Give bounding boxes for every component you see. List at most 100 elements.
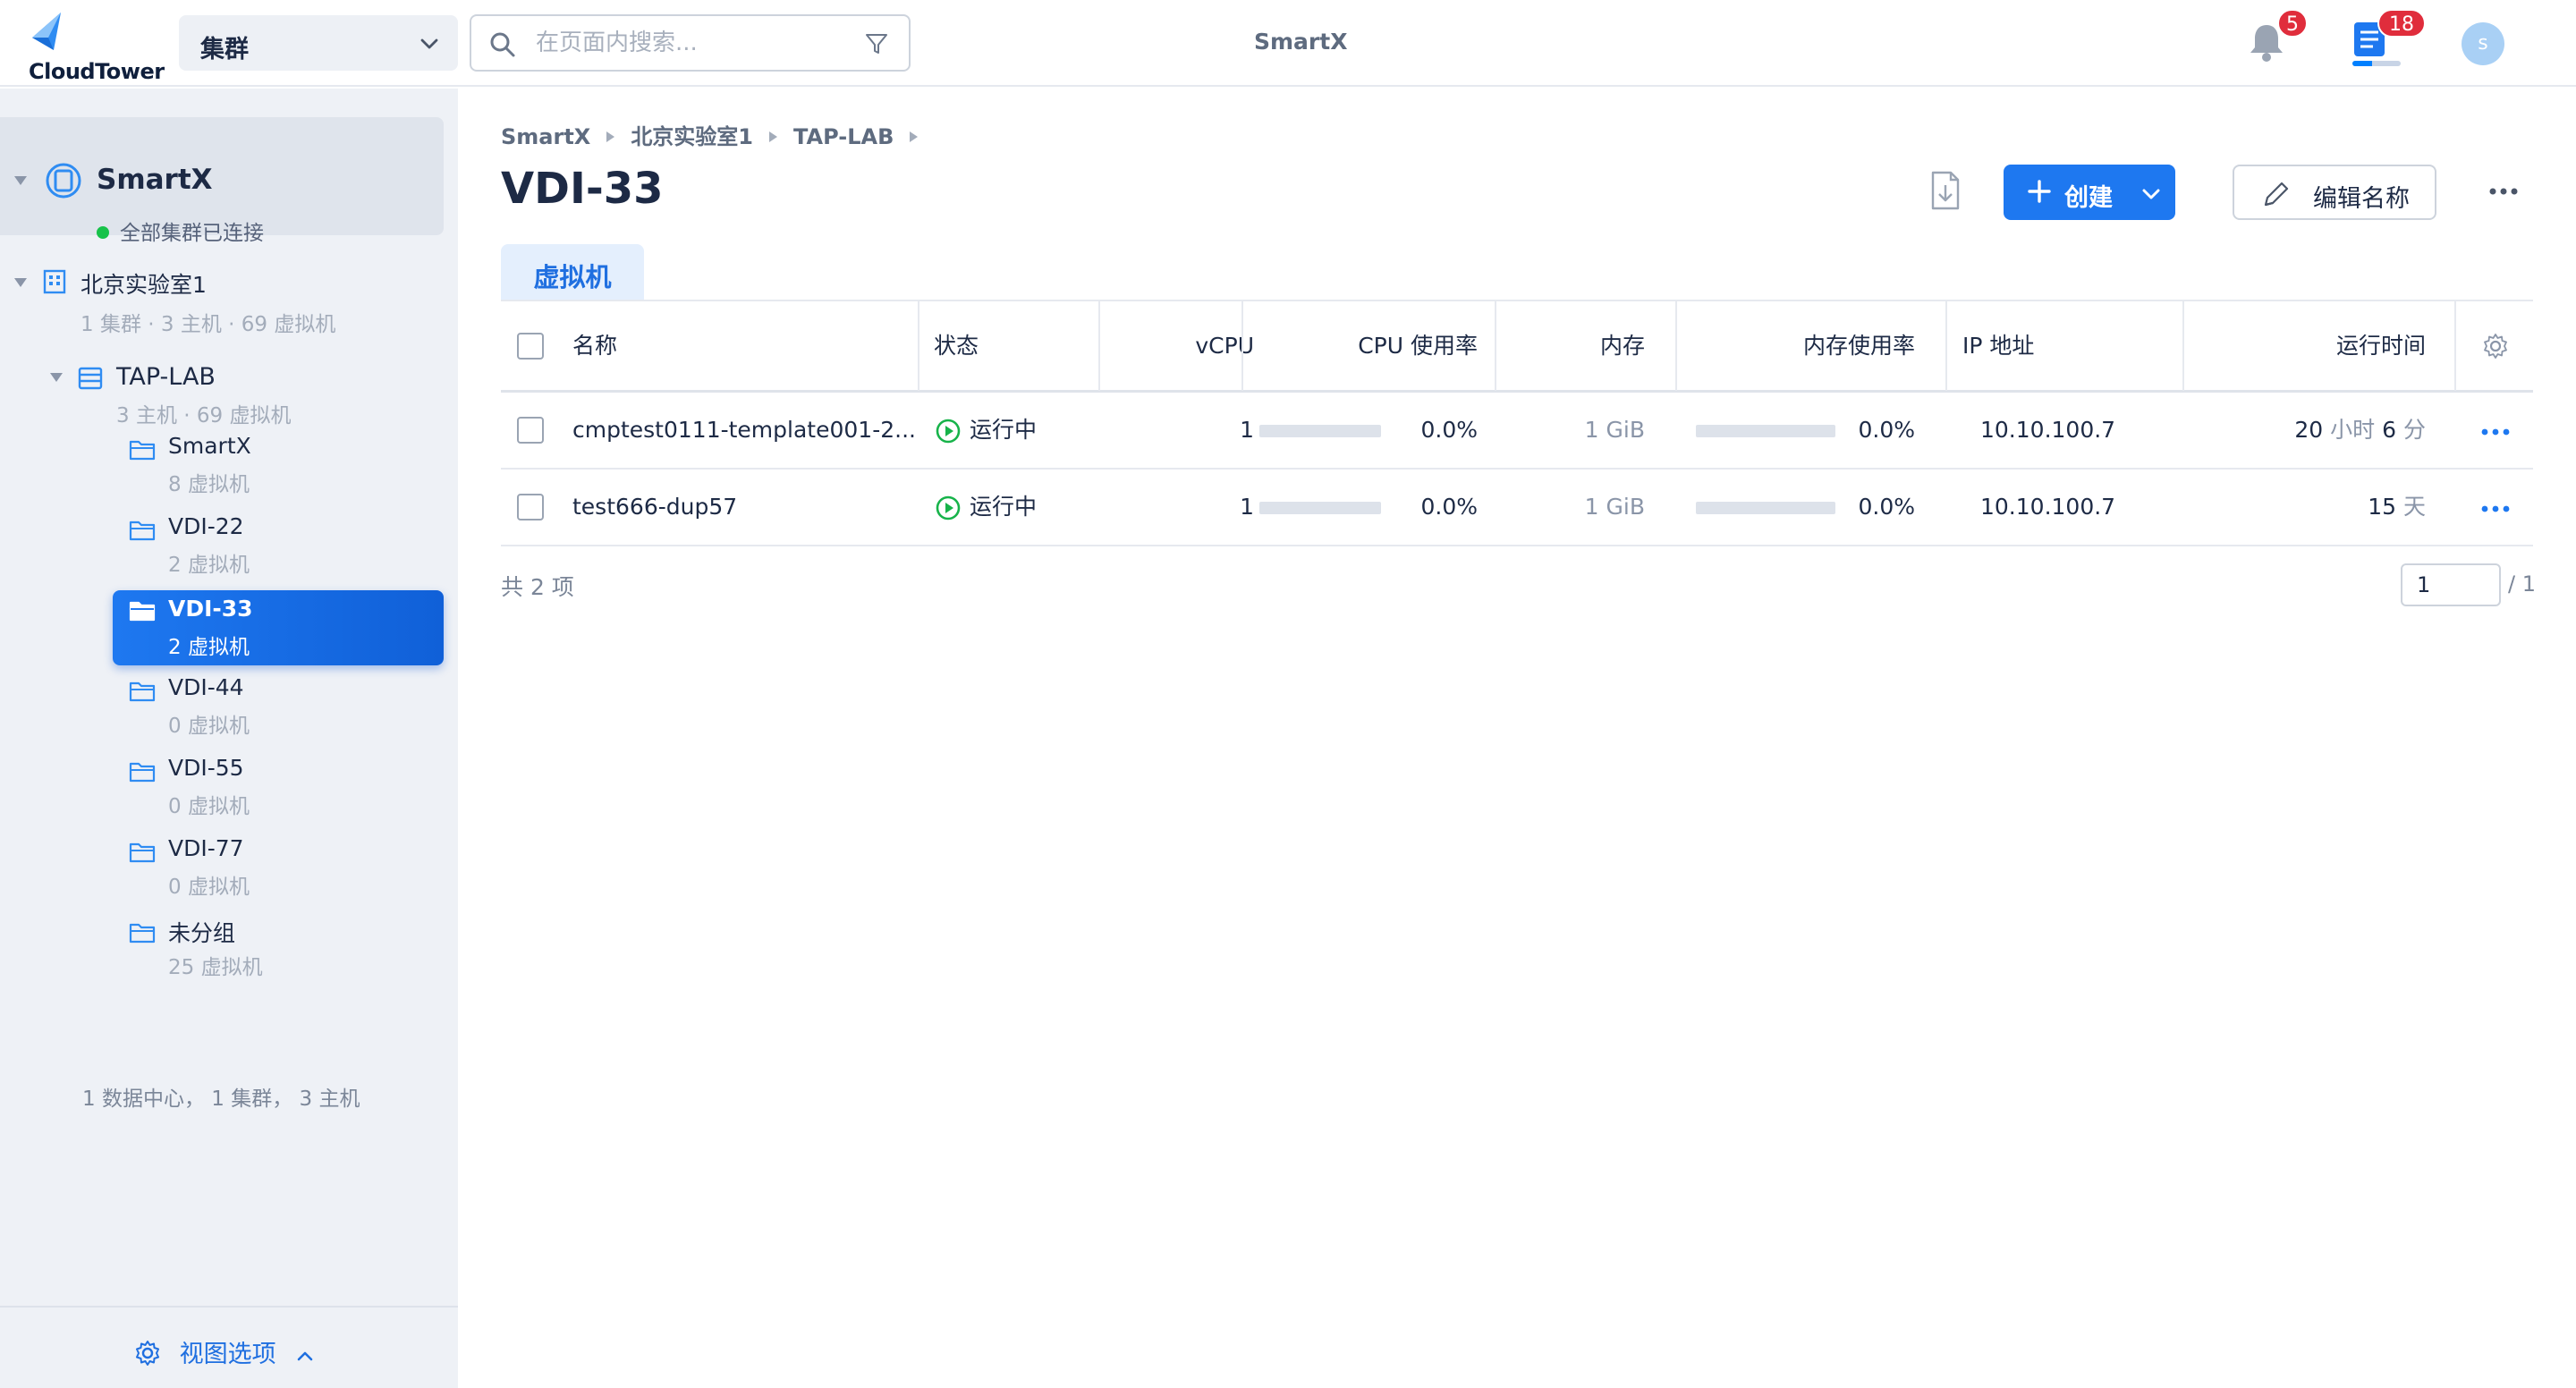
sidebar-item-folder[interactable]: VDI-77 0 虚拟机 — [113, 832, 444, 907]
breadcrumb-separator-icon — [606, 131, 615, 142]
search-input[interactable] — [536, 27, 840, 59]
breadcrumb-item-datacenter[interactable]: 北京实验室1 — [631, 124, 753, 149]
folder-icon — [129, 842, 156, 863]
folder-icon — [129, 520, 156, 541]
sidebar-item-folder[interactable]: VDI-22 2 虚拟机 — [113, 510, 444, 585]
chevron-down-icon — [420, 38, 438, 49]
top-context-title: SmartX — [1254, 29, 1348, 55]
sidebar-item-folder[interactable]: VDI-55 0 虚拟机 — [113, 751, 444, 826]
org-card[interactable]: SmartX 全部集群已连接 — [0, 117, 444, 245]
row-checkbox[interactable] — [517, 417, 544, 444]
cloudtower-logo[interactable]: CloudTower — [27, 11, 165, 84]
tasks-progress — [2352, 61, 2401, 66]
cpu-usage-bar — [1259, 425, 1381, 437]
tab-label: 虚拟机 — [533, 262, 612, 292]
column-header-mem-usage[interactable]: 内存使用率 — [1675, 301, 1915, 391]
vm-ip: 10.10.100.7 — [1980, 417, 2116, 443]
filter-icon[interactable] — [864, 31, 889, 56]
folder-name: VDI-33 — [168, 596, 253, 622]
tasks-badge: 18 — [2377, 9, 2426, 38]
row-checkbox[interactable] — [517, 494, 544, 520]
running-icon — [936, 495, 961, 520]
edit-name-label: 编辑名称 — [2313, 185, 2410, 213]
total-count: 共 2 项 — [501, 574, 574, 600]
column-header-ip[interactable]: IP 地址 — [1962, 301, 2034, 391]
column-header-uptime[interactable]: 运行时间 — [2182, 301, 2426, 391]
row-more-actions-icon[interactable] — [2481, 428, 2510, 436]
folder-vm-count: 8 虚拟机 — [168, 473, 250, 496]
table-row[interactable]: test666-dup57 运行中 1 0.0% 1 GiB 0.0% 10.10.100.… — [501, 470, 2533, 546]
sidebar-item-datacenter[interactable]: 北京实验室1 1 集群 · 3 主机 · 69 虚拟机 — [80, 267, 335, 337]
vm-ip: 10.10.100.7 — [1980, 494, 2116, 520]
datacenter-stats: 1 集群 · 3 主机 · 69 虚拟机 — [80, 313, 336, 336]
folder-icon — [129, 440, 156, 461]
sidebar-summary: 1 数据中心， 1 集群， 3 主机 — [82, 1088, 360, 1111]
tab-virtual-machines[interactable]: 虚拟机 — [501, 244, 644, 300]
edit-name-button[interactable]: 编辑名称 — [2233, 165, 2436, 220]
plus-icon — [2028, 180, 2051, 203]
vm-memory-value: 1 — [1584, 494, 1599, 520]
page-number-input[interactable] — [2401, 563, 2501, 606]
uptime-unit-minor: 分 — [2402, 417, 2426, 443]
column-divider — [2454, 301, 2456, 391]
export-button[interactable] — [1928, 171, 1967, 212]
sidebar-item-folder[interactable]: VDI-44 0 虚拟机 — [113, 671, 444, 746]
column-header-vcpu[interactable]: vCPU — [1098, 301, 1254, 391]
org-status-text: 全部集群已连接 — [120, 222, 264, 245]
breadcrumb-item-org[interactable]: SmartX — [501, 124, 590, 149]
more-actions-icon[interactable] — [2488, 187, 2519, 196]
sidebar-footer: 视图选项 — [0, 1306, 458, 1388]
cluster-caret-icon[interactable] — [50, 373, 63, 382]
table-row[interactable]: cmptest0111-template001-2... 运行中 1 0.0% 1 Gi… — [501, 393, 2533, 470]
folder-name: VDI-77 — [168, 835, 244, 861]
sidebar-item-folder[interactable]: SmartX 8 虚拟机 — [113, 429, 444, 504]
breadcrumb: SmartX 北京实验室1 TAP-LAB — [501, 119, 934, 150]
folder-vm-count: 25 虚拟机 — [168, 956, 263, 979]
vm-name[interactable]: test666-dup57 — [572, 470, 737, 545]
select-all-checkbox[interactable] — [517, 333, 544, 360]
breadcrumb-separator-icon — [910, 131, 919, 142]
folder-vm-count: 2 虚拟机 — [168, 554, 250, 577]
datacenter-caret-icon[interactable] — [14, 278, 27, 287]
column-header-cpu-usage[interactable]: CPU 使用率 — [1241, 301, 1478, 391]
vm-uptime: 15 天 — [2182, 470, 2426, 545]
collapse-caret-icon[interactable] — [14, 176, 27, 185]
row-more-actions-icon[interactable] — [2481, 505, 2510, 512]
column-header-status[interactable]: 状态 — [934, 301, 979, 391]
sidebar-item-cluster[interactable]: TAP-LAB 3 主机 · 69 虚拟机 — [116, 363, 291, 428]
cluster-select[interactable]: 集群 — [179, 15, 458, 71]
vm-uptime: 20 小时 6 分 — [2182, 393, 2426, 468]
folder-vm-count: 0 虚拟机 — [168, 795, 250, 818]
column-header-memory[interactable]: 内存 — [1495, 301, 1645, 391]
create-button-label: 创建 — [2064, 184, 2113, 212]
vm-vcpu: 1 — [1240, 417, 1254, 443]
export-file-icon — [1931, 171, 1960, 210]
memory-usage-bar — [1696, 425, 1835, 437]
view-options-label: 视图选项 — [179, 1341, 276, 1368]
create-button[interactable]: 创建 — [2004, 165, 2175, 220]
sidebar-item-folder[interactable]: VDI-33 2 虚拟机 — [113, 590, 444, 665]
vm-name[interactable]: cmptest0111-template001-2... — [572, 393, 916, 468]
user-avatar[interactable]: s — [2462, 22, 2504, 65]
column-header-name[interactable]: 名称 — [572, 301, 617, 391]
table-header: 名称 状态 vCPU CPU 使用率 内存 内存使用率 IP 地址 运行时间 — [501, 300, 2533, 393]
logo-text: CloudTower — [29, 59, 165, 84]
sidebar-item-folder[interactable]: 未分组 25 虚拟机 — [113, 912, 444, 987]
uptime-unit: 小时 — [2330, 417, 2376, 443]
breadcrumb-item-cluster[interactable]: TAP-LAB — [793, 124, 894, 149]
page-total: / 1 — [2508, 571, 2536, 597]
folder-vm-count: 0 虚拟机 — [168, 876, 250, 899]
tasks-button[interactable]: 18 — [2351, 9, 2426, 70]
view-options-button[interactable]: 视图选项 — [134, 1334, 316, 1369]
notifications-button[interactable]: 5 — [2247, 9, 2308, 68]
top-bar: CloudTower 集群 SmartX 5 18 — [0, 0, 2576, 87]
folder-vm-count: 0 虚拟机 — [168, 715, 250, 738]
folder-icon — [129, 923, 156, 944]
column-settings-gear-icon[interactable] — [2481, 332, 2510, 360]
running-icon — [936, 419, 961, 444]
datacenter-name: 北京实验室1 — [80, 272, 207, 298]
connected-dot-icon — [97, 226, 109, 239]
page-search — [470, 14, 911, 72]
folder-icon — [129, 601, 156, 622]
datacenter-icon — [43, 269, 66, 294]
